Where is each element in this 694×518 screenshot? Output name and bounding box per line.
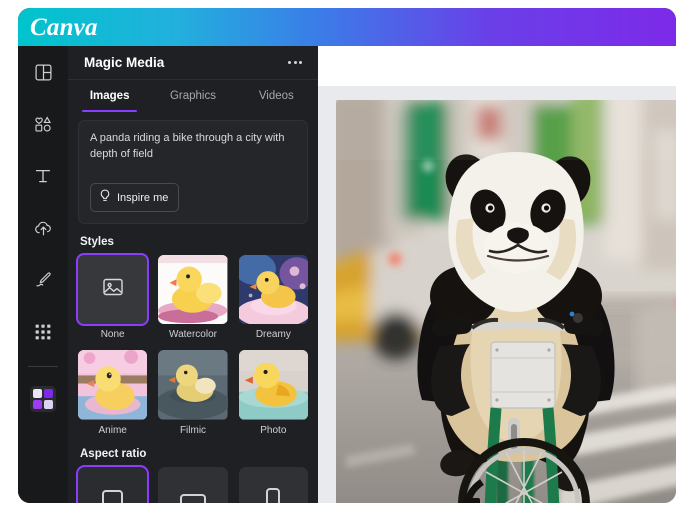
sidebar-item-magic-media[interactable] — [21, 373, 65, 425]
text-icon — [33, 166, 53, 186]
aspect-square-button[interactable] — [78, 466, 148, 503]
kebab-icon[interactable] — [286, 55, 304, 70]
style-label-none: None — [100, 329, 125, 341]
artboard[interactable] — [336, 100, 676, 503]
panel-header: Magic Media — [68, 46, 318, 80]
lightbulb-icon — [99, 189, 111, 206]
inspire-me-button[interactable]: Inspire me — [90, 183, 180, 212]
style-label-dreamy: Dreamy — [255, 329, 291, 341]
rail-divider — [28, 366, 58, 367]
magic-media-panel: Magic Media Images Graphics Videos A pan… — [68, 46, 318, 503]
tab-graphics[interactable]: Graphics — [151, 80, 234, 112]
style-option-filmic[interactable]: Filmic — [158, 350, 228, 436]
uploads-icon — [33, 218, 54, 239]
inspire-me-label: Inspire me — [117, 191, 169, 204]
style-thumb-dreamy — [238, 255, 308, 325]
style-option-none[interactable]: None — [78, 255, 148, 341]
elements-icon — [33, 114, 53, 134]
aspect-ratio-grid — [78, 466, 309, 503]
portrait-icon — [266, 488, 281, 503]
magic-media-app-icon — [30, 386, 56, 412]
tab-videos[interactable]: Videos — [235, 80, 318, 112]
panel-tabs: Images Graphics Videos — [68, 80, 318, 112]
design-stage — [318, 46, 676, 503]
style-label-filmic: Filmic — [179, 424, 207, 436]
prompt-box[interactable]: A panda riding a bike through a city wit… — [78, 120, 308, 224]
page-title: Magic Media — [84, 55, 165, 70]
apps-icon — [34, 323, 52, 341]
canva-logo[interactable]: Canva — [30, 14, 98, 42]
styles-section-title: Styles — [80, 236, 114, 248]
style-thumb-watercolor — [158, 255, 228, 325]
aspect-ratio-section-title: Aspect ratio — [80, 447, 147, 460]
style-thumb-anime — [78, 350, 148, 420]
aspect-landscape-button[interactable] — [158, 466, 228, 503]
canva-window: Canva Magic Media Images Graphics Videos… — [18, 8, 676, 503]
sidebar-item-apps[interactable] — [21, 306, 65, 358]
style-thumb-filmic — [158, 350, 228, 420]
brand-bar: Canva — [18, 8, 676, 46]
prompt-input[interactable]: A panda riding a bike through a city wit… — [90, 131, 296, 177]
design-icon — [34, 63, 53, 82]
landscape-icon — [180, 494, 207, 503]
styles-grid: None Watercolor Dreamy Anime Filmic Phot… — [78, 255, 308, 436]
style-thumb-none — [78, 255, 148, 325]
tab-images[interactable]: Images — [68, 80, 151, 112]
style-option-photo[interactable]: Photo — [238, 350, 308, 436]
sidebar-item-uploads[interactable] — [21, 202, 65, 254]
panel-body: A panda riding a bike through a city wit… — [68, 112, 318, 503]
style-label-anime: Anime — [98, 424, 127, 436]
sidebar-item-elements[interactable] — [21, 98, 65, 150]
sidebar-item-text[interactable] — [21, 150, 65, 202]
draw-icon — [33, 270, 54, 291]
image-placeholder-icon — [101, 275, 125, 304]
panda-riding-bike-image[interactable] — [336, 100, 676, 503]
style-option-watercolor[interactable]: Watercolor — [158, 255, 228, 341]
style-label-watercolor: Watercolor — [169, 329, 217, 341]
style-label-photo: Photo — [260, 424, 287, 436]
square-icon — [102, 489, 124, 503]
aspect-portrait-button[interactable] — [238, 466, 309, 503]
sidebar-item-design[interactable] — [21, 46, 65, 98]
style-option-anime[interactable]: Anime — [78, 350, 148, 436]
style-option-dreamy[interactable]: Dreamy — [238, 255, 308, 341]
left-icon-rail — [18, 46, 68, 503]
sidebar-item-draw[interactable] — [21, 254, 65, 306]
style-thumb-photo — [238, 350, 308, 420]
